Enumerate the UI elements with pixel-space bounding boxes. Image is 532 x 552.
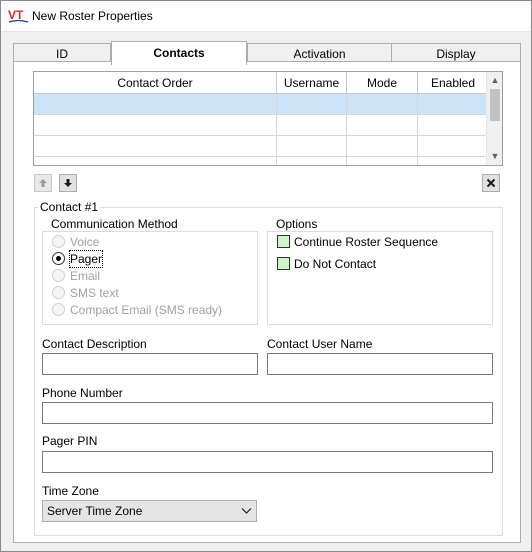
delete-contact-button[interactable] xyxy=(482,174,500,192)
radio-sms-text-label: SMS text xyxy=(70,286,119,300)
options-group-title: Options xyxy=(274,217,320,231)
table-cell[interactable] xyxy=(418,157,489,165)
table-cell[interactable] xyxy=(347,157,418,165)
table-cell[interactable] xyxy=(277,94,347,114)
svg-text:VT: VT xyxy=(8,8,24,22)
communication-method-title: Communication Method xyxy=(49,217,180,231)
radio-email-label: Email xyxy=(70,269,101,283)
time-zone-label: Time Zone xyxy=(42,484,99,498)
do-not-contact-label: Do Not Contact xyxy=(294,257,377,271)
move-down-button[interactable] xyxy=(59,174,77,192)
pager-pin-input[interactable] xyxy=(42,451,493,473)
arrow-up-icon xyxy=(39,179,47,187)
radio-compact-email-button[interactable] xyxy=(52,303,65,316)
scroll-down-icon[interactable]: ▼ xyxy=(487,148,502,164)
tab-id-label: ID xyxy=(56,47,68,61)
do-not-contact-checkbox[interactable] xyxy=(277,257,290,270)
radio-pager-button[interactable] xyxy=(52,252,65,265)
table-cell[interactable] xyxy=(34,94,277,114)
table-cell[interactable] xyxy=(34,157,277,165)
table-cell[interactable] xyxy=(347,136,418,156)
radio-voice-label: Voice xyxy=(70,235,100,249)
contact-user-name-input[interactable] xyxy=(267,353,493,375)
phone-number-label: Phone Number xyxy=(42,386,123,400)
contact-group-title: Contact #1 xyxy=(38,200,101,214)
radio-sms-text-button[interactable] xyxy=(52,286,65,299)
table-cell[interactable] xyxy=(347,94,418,114)
radio-voice-button[interactable] xyxy=(52,235,65,248)
continue-roster-sequence-label: Continue Roster Sequence xyxy=(294,235,439,249)
table-cell[interactable] xyxy=(347,115,418,135)
table-cell[interactable] xyxy=(277,136,347,156)
table-row[interactable] xyxy=(34,136,489,157)
tab-activation-label: Activation xyxy=(293,47,346,61)
column-header-contact-order[interactable]: Contact Order xyxy=(34,72,277,94)
chevron-down-icon xyxy=(241,508,252,514)
time-zone-selected-value: Server Time Zone xyxy=(47,504,143,518)
table-cell[interactable] xyxy=(418,94,489,114)
scroll-thumb[interactable] xyxy=(490,89,500,121)
title-bar: VT New Roster Properties xyxy=(1,1,531,32)
time-zone-select[interactable]: Server Time Zone xyxy=(42,500,257,522)
table-cell[interactable] xyxy=(34,115,277,135)
column-header-username[interactable]: Username xyxy=(277,72,347,94)
phone-number-input[interactable] xyxy=(42,402,493,424)
table-cell[interactable] xyxy=(418,115,489,135)
tab-display-label: Display xyxy=(436,47,476,61)
vt-logo-icon: VT xyxy=(8,8,29,23)
dialog-window: VT New Roster Properties ID Contacts Act… xyxy=(0,0,532,552)
tab-contacts[interactable]: Contacts xyxy=(111,41,247,65)
contacts-grid[interactable]: Contact Order Username Mode Enabled ▲ ▼ xyxy=(33,71,503,166)
table-row[interactable] xyxy=(34,115,489,136)
contact-description-label: Contact Description xyxy=(42,337,147,351)
column-header-enabled[interactable]: Enabled xyxy=(418,72,489,94)
radio-email-button[interactable] xyxy=(52,269,65,282)
contact-description-input[interactable] xyxy=(42,353,258,375)
window-title: New Roster Properties xyxy=(32,9,153,23)
contacts-tab-panel: Contact Order Username Mode Enabled ▲ ▼ xyxy=(13,61,521,543)
move-up-button[interactable] xyxy=(34,174,52,192)
radio-compact-email-label: Compact Email (SMS ready) xyxy=(70,303,223,317)
grid-vertical-scrollbar[interactable]: ▲ ▼ xyxy=(486,72,502,165)
scroll-up-icon[interactable]: ▲ xyxy=(487,72,502,88)
contact-user-name-label: Contact User Name xyxy=(267,337,373,351)
arrow-down-icon xyxy=(64,179,72,187)
continue-roster-sequence-checkbox[interactable] xyxy=(277,235,290,248)
table-row[interactable] xyxy=(34,94,489,115)
table-cell[interactable] xyxy=(34,136,277,156)
column-header-mode[interactable]: Mode xyxy=(347,72,418,94)
table-row[interactable] xyxy=(34,157,489,165)
table-cell[interactable] xyxy=(277,115,347,135)
table-cell[interactable] xyxy=(418,136,489,156)
close-icon xyxy=(486,178,496,188)
radio-pager-label: Pager xyxy=(68,250,104,268)
table-cell[interactable] xyxy=(277,157,347,165)
grid-header: Contact Order Username Mode Enabled xyxy=(34,72,489,94)
tab-contacts-label: Contacts xyxy=(153,46,205,60)
pager-pin-label: Pager PIN xyxy=(42,434,98,448)
